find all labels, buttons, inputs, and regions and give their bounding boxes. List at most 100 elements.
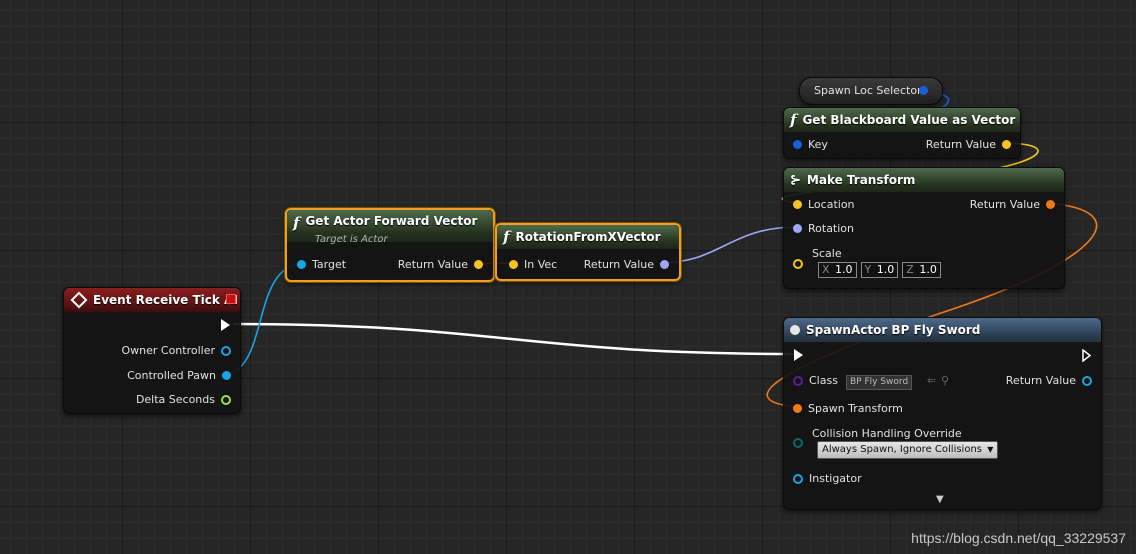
spawn-transform-pin-row[interactable]: Spawn Transform <box>793 402 903 415</box>
expand-advanced-icon[interactable]: ▼ <box>936 494 944 505</box>
controlled-pawn-label: Controlled Pawn <box>127 369 216 382</box>
event-receive-tick-ai-node[interactable]: Event Receive Tick AI Owner Controller C… <box>63 287 241 414</box>
delegate-pin-icon[interactable] <box>226 294 236 304</box>
return-pin-row[interactable]: Return Value <box>584 258 669 271</box>
rotation-pin-label: Rotation <box>808 222 855 235</box>
location-pin-icon[interactable] <box>793 200 802 209</box>
function-icon: f <box>503 228 510 246</box>
node-title: Event Receive Tick AI <box>93 293 238 307</box>
y-value: 1.0 <box>876 263 895 276</box>
collision-dropdown[interactable]: Always Spawn, Ignore Collisions ▼ <box>817 441 999 459</box>
rotator-pin-icon[interactable] <box>660 260 669 269</box>
scale-pin-icon[interactable] <box>793 259 803 269</box>
class-pin-row[interactable]: Class <box>793 374 838 387</box>
target-pin-row[interactable]: Target <box>297 258 346 271</box>
make-transform-node[interactable]: ⊱ Make Transform Location Return Value R… <box>783 167 1065 289</box>
return-pin-icon[interactable] <box>1082 375 1092 386</box>
make-struct-icon: ⊱ <box>790 172 801 188</box>
return-pin-label: Return Value <box>397 258 468 271</box>
key-pin-label: Key <box>808 138 828 151</box>
browse-search-icon[interactable]: ⚲ <box>941 374 949 387</box>
key-pin-row[interactable]: Key <box>793 138 828 151</box>
return-pin-row[interactable]: Return Value <box>398 258 483 271</box>
return-pin-label: Return Value <box>969 198 1040 211</box>
node-subtitle: Target is Actor <box>315 234 388 245</box>
owner-controller-pin-row[interactable]: Owner Controller <box>121 344 231 357</box>
get-blackboard-value-node[interactable]: f Get Blackboard Value as Vector Key Ret… <box>783 107 1021 159</box>
node-title: RotationFromXVector <box>515 230 661 244</box>
function-icon: f <box>293 214 300 232</box>
controlled-pawn-pin-icon[interactable] <box>222 371 231 380</box>
z-value: 1.0 <box>919 263 937 276</box>
in-vec-pin-row[interactable]: In Vec <box>509 258 557 271</box>
owner-controller-pin-icon[interactable] <box>221 345 231 356</box>
spawn-loc-selector-label: Spawn Loc Selector <box>814 84 922 97</box>
name-pin[interactable] <box>919 86 928 95</box>
spawn-icon <box>790 325 800 335</box>
node-title: Get Actor Forward Vector <box>305 214 478 228</box>
scale-fields: X 1.0 Y 1.0 Z 1.0 <box>818 262 941 278</box>
owner-controller-label: Owner Controller <box>121 344 215 357</box>
delta-seconds-pin-row[interactable]: Delta Seconds <box>136 393 231 406</box>
spawn-transform-label: Spawn Transform <box>808 402 903 415</box>
spawn-loc-selector-node[interactable]: Spawn Loc Selector <box>799 77 943 105</box>
target-pin-label: Target <box>312 258 347 271</box>
scale-y-field[interactable]: Y 1.0 <box>860 262 899 278</box>
use-selected-arrow-icon[interactable]: ⇐ <box>927 374 936 387</box>
rotation-from-x-vector-node[interactable]: f RotationFromXVector In Vec Return Valu… <box>495 223 681 281</box>
get-actor-forward-vector-node[interactable]: f Get Actor Forward Vector Target is Act… <box>285 208 495 282</box>
vector-pin-icon[interactable] <box>1002 140 1011 149</box>
class-pin-icon[interactable] <box>793 375 803 386</box>
spawn-transform-pin-icon[interactable] <box>793 404 802 413</box>
exec-wire <box>232 322 798 356</box>
node-header: f Get Blackboard Value as Vector <box>784 108 1020 132</box>
scale-pin-label: Scale <box>812 247 842 260</box>
location-pin-label: Location <box>808 198 855 211</box>
return-pin-row[interactable]: Return Value <box>970 198 1055 211</box>
instigator-pin-row[interactable]: Instigator <box>793 472 862 485</box>
delta-seconds-label: Delta Seconds <box>135 393 215 406</box>
return-pin-label: Return Value <box>925 138 996 151</box>
chevron-down-icon: ▼ <box>987 445 994 454</box>
location-pin-row[interactable]: Location <box>793 198 855 211</box>
collision-pin-icon[interactable] <box>793 438 803 448</box>
return-pin-label: Return Value <box>1005 374 1076 387</box>
node-header: SpawnActor BP Fly Sword <box>784 318 1101 342</box>
scale-z-field[interactable]: Z 1.0 <box>902 262 941 278</box>
y-label: Y <box>864 263 872 276</box>
spawn-actor-node[interactable]: SpawnActor BP Fly Sword Class BP Fly Swo… <box>783 317 1102 510</box>
exec-in-pin-icon[interactable] <box>794 349 803 361</box>
return-pin-label: Return Value <box>583 258 654 271</box>
class-select[interactable]: BP Fly Sword <box>846 375 913 390</box>
key-pin-icon[interactable] <box>793 140 802 149</box>
node-header: Event Receive Tick AI <box>64 288 240 312</box>
rotation-pin-row[interactable]: Rotation <box>793 222 854 235</box>
collision-label: Collision Handling Override <box>812 427 962 440</box>
return-pin-row[interactable]: Return Value <box>926 138 1011 151</box>
in-vec-pin-label: In Vec <box>524 258 558 271</box>
target-pin-icon[interactable] <box>297 260 306 269</box>
delta-seconds-pin-icon[interactable] <box>221 394 231 405</box>
z-label: Z <box>906 263 914 276</box>
scale-x-field[interactable]: X 1.0 <box>818 262 857 278</box>
exec-out-pin-icon[interactable] <box>1082 349 1092 362</box>
node-header: f RotationFromXVector <box>497 225 679 249</box>
rotation-pin-icon[interactable] <box>793 224 802 233</box>
return-pin-row[interactable]: Return Value <box>1006 374 1092 387</box>
instigator-pin-icon[interactable] <box>793 473 803 484</box>
x-value: 1.0 <box>835 263 853 276</box>
collision-value: Always Spawn, Ignore Collisions <box>822 444 982 455</box>
class-pin-label: Class <box>809 374 838 387</box>
node-title: Make Transform <box>806 173 916 187</box>
function-icon: f <box>790 111 797 129</box>
x-label: X <box>822 263 830 276</box>
exec-out-pin-icon[interactable] <box>221 319 230 331</box>
event-icon <box>70 291 88 309</box>
controlled-pawn-pin-row[interactable]: Controlled Pawn <box>127 369 231 382</box>
vector-pin-icon[interactable] <box>474 260 483 269</box>
instigator-label: Instigator <box>809 472 862 485</box>
in-vec-pin-icon[interactable] <box>509 260 518 269</box>
node-header: ⊱ Make Transform <box>784 168 1064 192</box>
node-title: SpawnActor BP Fly Sword <box>806 323 981 337</box>
transform-pin-icon[interactable] <box>1046 200 1055 209</box>
